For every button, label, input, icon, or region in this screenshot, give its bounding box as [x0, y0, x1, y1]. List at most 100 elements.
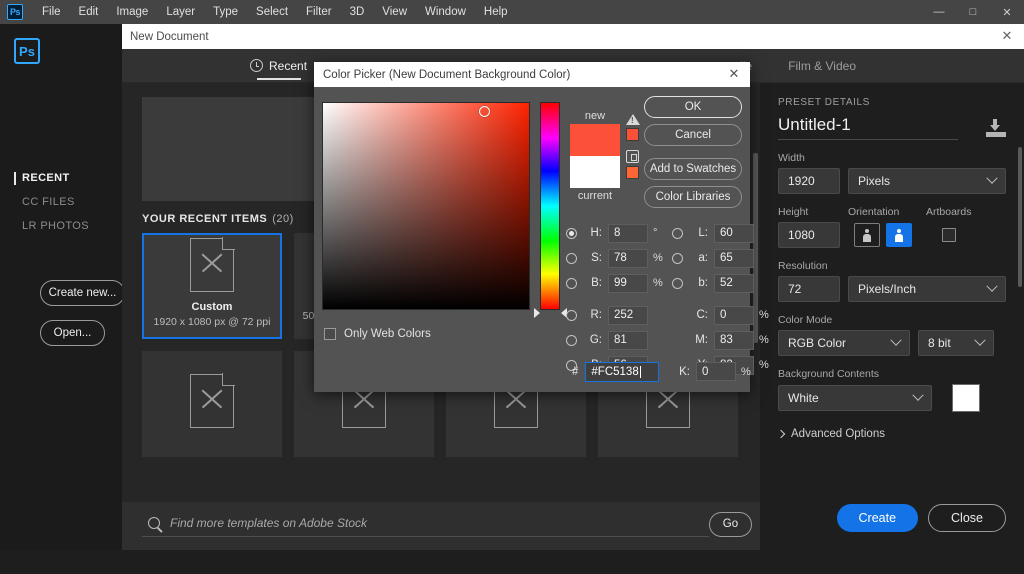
web-safe-cube-icon[interactable]: [626, 150, 639, 163]
red-radio[interactable]: [566, 309, 577, 321]
current-color-swatch[interactable]: [570, 156, 620, 188]
hex-input[interactable]: #FC5138: [585, 362, 660, 382]
lab-a-radio[interactable]: [672, 252, 683, 264]
saturation-radio[interactable]: [566, 252, 577, 264]
resolution-unit-select[interactable]: Pixels/Inch: [848, 276, 1006, 302]
web-safe-swatch[interactable]: [626, 166, 639, 179]
search-input[interactable]: Find more templates on Adobe Stock: [170, 516, 709, 530]
cancel-button[interactable]: Cancel: [644, 124, 742, 146]
gamut-warning-icon[interactable]: [626, 114, 640, 125]
add-to-swatches-button[interactable]: Add to Swatches: [644, 158, 742, 180]
adobe-stock-search-field[interactable]: Find more templates on Adobe Stock: [142, 516, 709, 537]
open-button[interactable]: Open...: [40, 320, 105, 346]
advanced-options-toggle[interactable]: Advanced Options: [776, 428, 1006, 440]
menu-filter[interactable]: Filter: [297, 0, 341, 24]
green-input[interactable]: 81: [608, 330, 648, 350]
maximize-icon[interactable]: □: [956, 0, 990, 24]
bit-depth-select[interactable]: 8 bit: [918, 330, 994, 356]
new-document-close-icon[interactable]: ✕: [999, 28, 1015, 44]
hue-input[interactable]: 8: [608, 223, 648, 243]
saturation-brightness-field[interactable]: [322, 102, 530, 310]
landscape-icon: [895, 228, 904, 242]
magenta-input[interactable]: 83: [714, 330, 754, 350]
search-icon: [148, 516, 160, 529]
width-unit-select[interactable]: Pixels: [848, 168, 1006, 194]
resolution-input[interactable]: 72: [778, 276, 840, 302]
red-row: R: 252: [566, 304, 665, 326]
only-web-colors-row[interactable]: Only Web Colors: [324, 328, 431, 340]
color-libraries-button[interactable]: Color Libraries: [644, 186, 742, 208]
sidebar-item-lr-photos[interactable]: LR PHOTOS: [0, 214, 122, 238]
menu-3d[interactable]: 3D: [341, 0, 374, 24]
menu-select[interactable]: Select: [247, 0, 297, 24]
hue-radio[interactable]: [566, 227, 577, 239]
black-row: K: 0 %: [672, 362, 753, 381]
orientation-portrait-button[interactable]: [854, 223, 880, 247]
menu-type[interactable]: Type: [204, 0, 247, 24]
chevron-right-icon: [776, 429, 786, 439]
document-name-field[interactable]: Untitled-1: [778, 115, 958, 140]
menu-file[interactable]: File: [33, 0, 70, 24]
menu-help[interactable]: Help: [475, 0, 517, 24]
lab-b-input[interactable]: 52: [714, 273, 754, 293]
hue-slider-marker-left[interactable]: [534, 308, 540, 318]
orientation-landscape-button[interactable]: [886, 223, 912, 247]
brightness-input[interactable]: 99: [608, 273, 648, 293]
cyan-input[interactable]: 0: [714, 305, 754, 325]
background-contents-select[interactable]: White: [778, 385, 932, 411]
panel-scrollbar[interactable]: [1018, 147, 1022, 287]
close-icon[interactable]: ✕: [990, 0, 1024, 24]
color-picker-close-icon[interactable]: ✕: [726, 66, 742, 82]
brightness-row: B: 99 %: [566, 272, 665, 294]
menu-layer[interactable]: Layer: [157, 0, 204, 24]
document-icon: [190, 373, 235, 428]
adobe-stock-search-bar: Find more templates on Adobe Stock Go: [122, 502, 762, 550]
create-new-button[interactable]: Create new...: [40, 280, 125, 306]
menu-edit[interactable]: Edit: [70, 0, 108, 24]
lab-l-input[interactable]: 60: [714, 223, 754, 243]
lab-b-radio[interactable]: [672, 277, 683, 289]
green-radio[interactable]: [566, 334, 577, 346]
hsb-rgb-column: H: 8 ° S: 78 % B: 99 % R: 252 G: 81: [566, 222, 665, 379]
only-web-colors-checkbox[interactable]: [324, 328, 336, 340]
background-color-swatch[interactable]: [952, 384, 980, 412]
cyan-unit: %: [759, 309, 769, 321]
color-preview-swatches: new current: [570, 110, 620, 204]
ok-button[interactable]: OK: [644, 96, 742, 118]
menu-view[interactable]: View: [373, 0, 416, 24]
hue-slider[interactable]: [540, 102, 560, 310]
lab-a-input[interactable]: 65: [714, 248, 754, 268]
color-field-marker[interactable]: [479, 106, 490, 117]
go-button[interactable]: Go: [708, 511, 752, 537]
menu-image[interactable]: Image: [107, 0, 157, 24]
lab-l-radio[interactable]: [672, 227, 683, 239]
height-input[interactable]: 1080: [778, 222, 840, 248]
artboards-checkbox[interactable]: [942, 228, 956, 242]
tab-film-video[interactable]: Film & Video: [770, 49, 874, 83]
brightness-label: B:: [591, 277, 602, 289]
recent-item-card[interactable]: [142, 351, 282, 457]
sidebar-item-cc-files[interactable]: CC FILES: [0, 190, 122, 214]
tab-recent[interactable]: Recent: [232, 49, 325, 83]
black-input[interactable]: 0: [696, 362, 736, 381]
red-input[interactable]: 252: [608, 305, 648, 325]
new-color-swatch[interactable]: [570, 124, 620, 156]
resolution-unit-value: Pixels/Inch: [858, 282, 917, 296]
dialog-footer-buttons: Create Close: [836, 504, 1006, 532]
lab-b-row: b: 52: [672, 272, 771, 294]
color-mode-select[interactable]: RGB Color: [778, 330, 910, 356]
close-button[interactable]: Close: [928, 504, 1006, 532]
minimize-icon[interactable]: —: [922, 0, 956, 24]
menu-window[interactable]: Window: [416, 0, 475, 24]
brightness-radio[interactable]: [566, 277, 577, 289]
color-mode-row: RGB Color 8 bit: [778, 330, 1006, 356]
hex-prefix: #: [572, 366, 579, 378]
create-button[interactable]: Create: [836, 504, 919, 532]
document-name-row: Untitled-1: [778, 115, 1006, 140]
gamut-warning-swatch[interactable]: [626, 128, 639, 141]
sidebar-item-recent[interactable]: RECENT: [0, 166, 122, 190]
saturation-input[interactable]: 78: [608, 248, 648, 268]
width-input[interactable]: 1920: [778, 168, 840, 194]
recent-item-card[interactable]: Custom 1920 x 1080 px @ 72 ppi: [142, 233, 282, 339]
save-preset-icon[interactable]: [986, 119, 1006, 137]
